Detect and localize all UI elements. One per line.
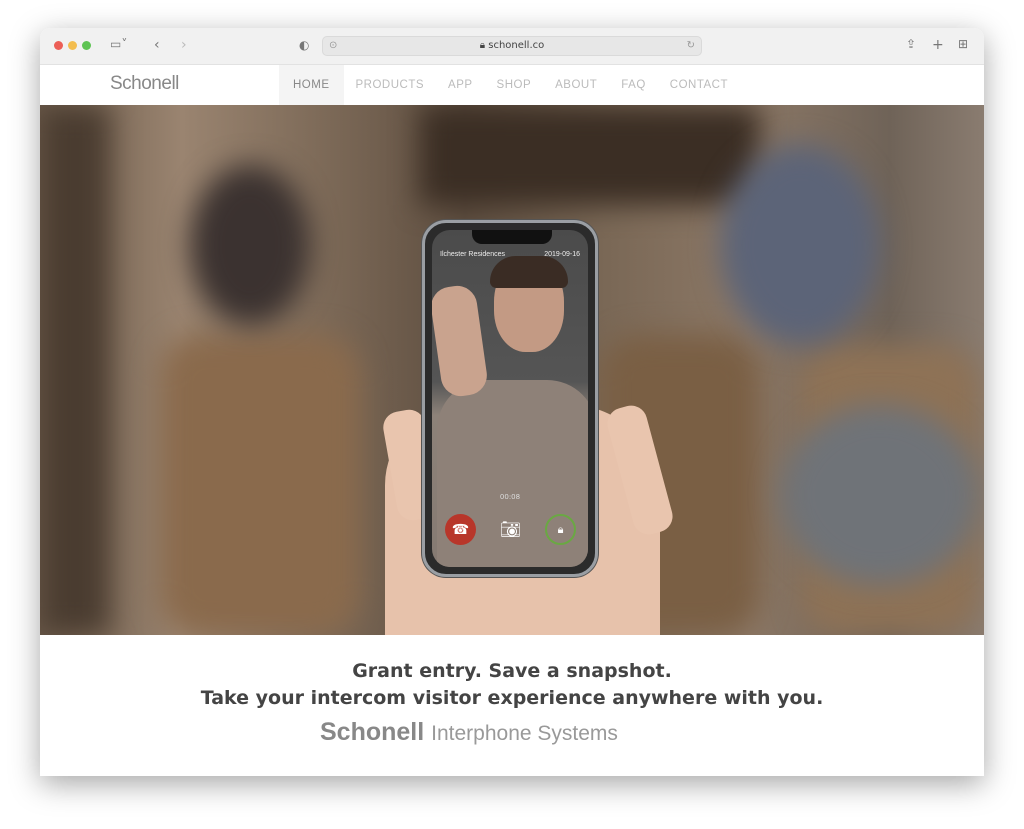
location-label: Ilchester Residences <box>440 251 505 258</box>
call-timer: 00:08 <box>499 493 521 501</box>
address-bar[interactable]: ⊙ 🔒︎ schonell.co ↻ <box>322 36 702 56</box>
url-text: schonell.co <box>488 40 545 51</box>
share-icon[interactable]: ⇪ <box>906 37 916 51</box>
nav-faq[interactable]: FAQ <box>609 65 658 105</box>
new-tab-icon[interactable]: + <box>932 37 944 53</box>
browser-window: ▭˅ ‹ › ◐ ⊙ 🔒︎ schonell.co ↻ ⇪ + ⊞ Schone… <box>40 28 984 776</box>
nav-menu: HOME PRODUCTS APP SHOP ABOUT FAQ CONTACT <box>279 65 740 105</box>
close-button[interactable] <box>54 41 63 50</box>
shield-icon[interactable]: ◐ <box>299 38 309 52</box>
footer-brand: Schonell <box>320 718 425 746</box>
back-icon[interactable]: ‹ <box>154 37 160 53</box>
reload-icon[interactable]: ↻ <box>687 37 695 55</box>
nav-products[interactable]: PRODUCTS <box>344 65 437 105</box>
sidebar-icon[interactable]: ▭˅ <box>110 37 127 51</box>
footer-logo: Schonell Interphone Systems <box>320 718 618 747</box>
forward-icon[interactable]: › <box>181 37 187 53</box>
page-settings-icon[interactable]: ⊙ <box>329 37 337 55</box>
hang-up-icon[interactable]: ☎ <box>445 514 476 545</box>
logo[interactable]: Schonell <box>110 73 179 95</box>
nav-contact[interactable]: CONTACT <box>658 65 740 105</box>
headline-line2: Take your intercom visitor experience an… <box>200 687 824 709</box>
intercom-call-screen: Ilchester Residences 2019-09-16 00:08 ☎ … <box>432 230 588 567</box>
browser-toolbar: ▭˅ ‹ › ◐ ⊙ 🔒︎ schonell.co ↻ ⇪ + ⊞ <box>40 28 984 65</box>
date-label: 2019-09-16 <box>544 251 580 258</box>
minimize-button[interactable] <box>68 41 77 50</box>
nav-about[interactable]: ABOUT <box>543 65 609 105</box>
nav-shop[interactable]: SHOP <box>485 65 544 105</box>
unlock-icon[interactable]: 🔒︎ <box>545 514 576 545</box>
hero-image: Ilchester Residences 2019-09-16 00:08 ☎ … <box>40 105 984 635</box>
lock-icon: 🔒︎ <box>479 40 486 51</box>
headline-line1: Grant entry. Save a snapshot. <box>352 660 672 682</box>
nav-app[interactable]: APP <box>436 65 485 105</box>
nav-home[interactable]: HOME <box>279 65 344 105</box>
site-nav: Schonell HOME PRODUCTS APP SHOP ABOUT FA… <box>40 65 984 105</box>
phone-mockup: Ilchester Residences 2019-09-16 00:08 ☎ … <box>422 220 598 577</box>
zoom-button[interactable] <box>82 41 91 50</box>
camera-icon[interactable]: 📷︎ <box>495 514 526 545</box>
tab-overview-icon[interactable]: ⊞ <box>958 37 968 51</box>
footer-tagline: Interphone Systems <box>431 722 618 745</box>
